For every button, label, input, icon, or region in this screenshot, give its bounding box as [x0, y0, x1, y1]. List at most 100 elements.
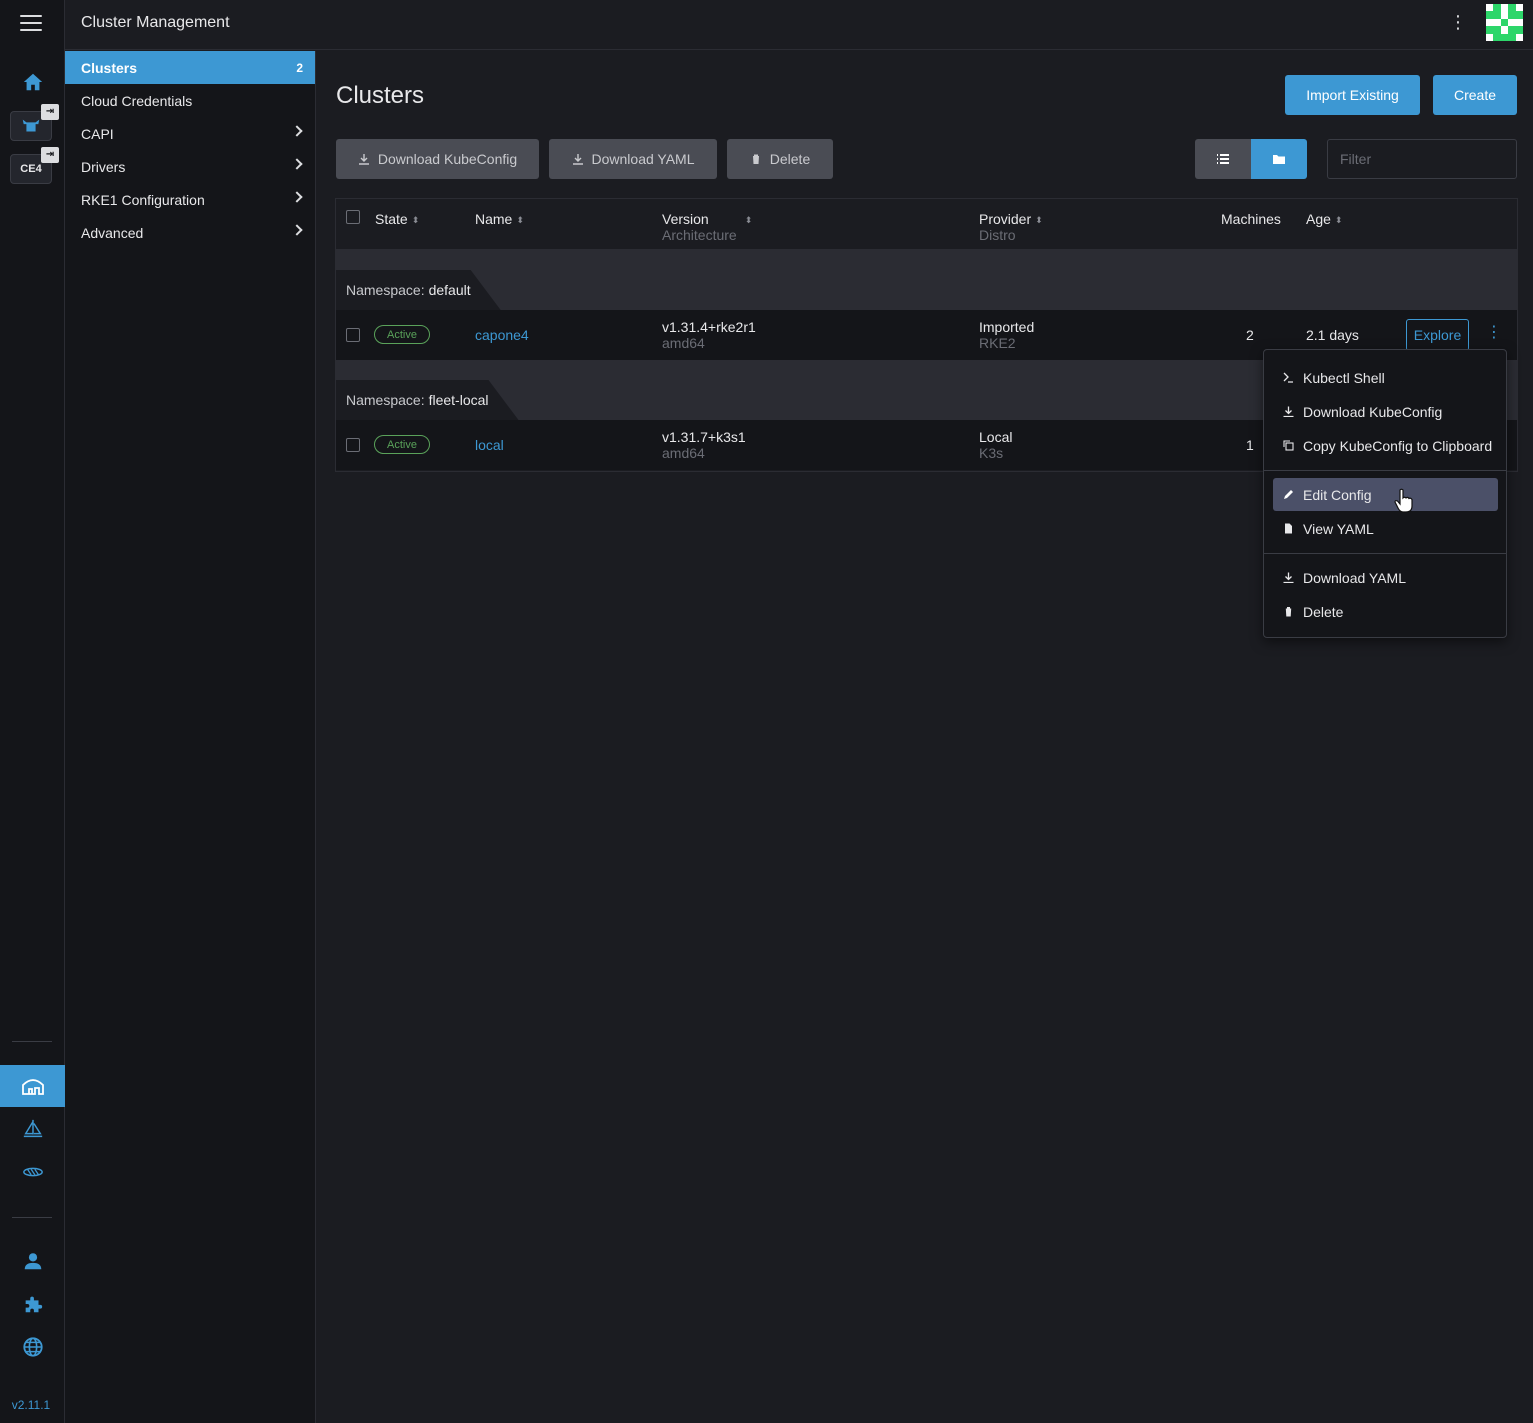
- select-all-checkbox[interactable]: [346, 210, 360, 224]
- menu-item-delete[interactable]: Delete: [1273, 595, 1498, 628]
- status-badge: Active: [374, 435, 430, 454]
- header-label: Age: [1306, 211, 1331, 227]
- menu-item-label: Kubectl Shell: [1303, 369, 1385, 386]
- header-label: Version: [662, 211, 709, 227]
- bulk-download-kubeconfig-button[interactable]: Download KubeConfig: [336, 139, 539, 179]
- extensions-puzzle-icon[interactable]: [0, 1284, 65, 1324]
- sidebar-item-cloud-credentials[interactable]: Cloud Credentials: [65, 84, 315, 117]
- view-mode-toggle: [1195, 139, 1307, 179]
- sidebar-item-capi[interactable]: CAPI: [65, 117, 315, 150]
- sidebar-item-drivers[interactable]: Drivers: [65, 150, 315, 183]
- group-by-namespace-folder-icon[interactable]: [1251, 139, 1307, 179]
- list-view-icon[interactable]: [1195, 139, 1251, 179]
- sidebar-item-label: Clusters: [81, 59, 138, 76]
- provider-value: Local: [979, 429, 1013, 445]
- download-icon: [572, 154, 583, 165]
- sidebar-item-label: RKE1 Configuration: [81, 191, 205, 208]
- sidebar-item-advanced[interactable]: Advanced: [65, 216, 315, 249]
- column-header-age[interactable]: Age ⬍: [1306, 211, 1342, 227]
- button-label: Download KubeConfig: [377, 151, 518, 167]
- explore-button[interactable]: Explore: [1406, 319, 1469, 351]
- namespace-group-label: Namespace: fleet-local: [336, 380, 519, 420]
- column-header-provider[interactable]: Provider ⬍ Distro: [979, 211, 1043, 243]
- column-header-name[interactable]: Name ⬍: [475, 211, 524, 227]
- clusters-count-badge: 2: [296, 60, 303, 75]
- fleet-sailboat-icon[interactable]: [0, 1109, 65, 1149]
- namespace-prefix: Namespace:: [346, 392, 425, 408]
- chevron-right-icon: [291, 224, 303, 236]
- version-cell: v1.31.7+k3s1 amd64: [662, 429, 746, 461]
- cluster-name-link[interactable]: local: [475, 437, 504, 453]
- header-sublabel: Distro: [979, 227, 1016, 243]
- page-header-title: Cluster Management: [81, 14, 230, 31]
- sort-icon: ⬍: [411, 215, 420, 225]
- import-existing-button[interactable]: Import Existing: [1285, 75, 1420, 115]
- download-icon: [358, 154, 369, 165]
- bulk-download-yaml-button[interactable]: Download YAML: [549, 139, 717, 179]
- terminal-icon: [1283, 372, 1293, 383]
- pin-icon[interactable]: ⇥: [41, 147, 59, 163]
- version-value: v1.31.7+k3s1: [662, 429, 746, 445]
- cluster-management-icon[interactable]: [0, 1065, 65, 1107]
- header-label: Provider: [979, 211, 1032, 227]
- pencil-icon: [1284, 490, 1293, 499]
- home-icon[interactable]: [0, 62, 65, 102]
- column-header-version[interactable]: Version ⬍ Architecture: [662, 211, 752, 243]
- status-badge: Active: [374, 325, 430, 344]
- sort-icon: ⬍: [1035, 215, 1043, 225]
- cluster-name-link[interactable]: capone4: [475, 327, 529, 343]
- header-sublabel: Architecture: [662, 227, 737, 243]
- namespace-group-label: Namespace: default: [336, 270, 501, 310]
- sidebar-item-rke1-configuration[interactable]: RKE1 Configuration: [65, 183, 315, 216]
- namespace-name: default: [428, 282, 471, 298]
- sort-icon: ⬍: [744, 215, 753, 225]
- virtualization-icon[interactable]: [0, 1152, 65, 1192]
- sort-icon: ⬍: [1334, 215, 1343, 225]
- icon-rail: ⇥ CE4 ⇥ v2.11.1: [0, 0, 65, 1423]
- avatar[interactable]: [1486, 4, 1523, 41]
- row-checkbox[interactable]: [346, 328, 360, 342]
- sidebar-item-clusters[interactable]: Clusters 2: [65, 51, 315, 84]
- chevron-right-icon: [291, 158, 303, 170]
- menu-item-download-kubeconfig[interactable]: Download KubeConfig: [1273, 395, 1498, 428]
- sidebar-item-label: CAPI: [81, 125, 114, 142]
- create-button[interactable]: Create: [1433, 75, 1517, 115]
- menu-item-kubectl-shell[interactable]: Kubectl Shell: [1273, 361, 1498, 394]
- hand-cursor-icon: [1394, 488, 1413, 513]
- distro-value: RKE2: [979, 335, 1016, 351]
- user-icon[interactable]: [0, 1241, 65, 1281]
- menu-item-label: Delete: [1303, 603, 1344, 620]
- trash-icon: [1285, 607, 1292, 617]
- button-label: Download YAML: [591, 151, 695, 167]
- menu-item-copy-kubeconfig[interactable]: Copy KubeConfig to Clipboard: [1273, 429, 1498, 462]
- provider-cell: Imported RKE2: [979, 319, 1034, 351]
- menu-item-edit-config[interactable]: Edit Config: [1273, 478, 1498, 511]
- column-header-state[interactable]: State ⬍: [375, 211, 419, 227]
- pin-icon[interactable]: ⇥: [41, 104, 59, 120]
- row-checkbox[interactable]: [346, 438, 360, 452]
- version-label[interactable]: v2.11.1: [0, 1398, 62, 1412]
- row-actions-kebab-icon[interactable]: ⋮: [1486, 322, 1502, 342]
- machines-cell: 1: [1246, 437, 1254, 453]
- download-icon: [1283, 572, 1294, 583]
- header-kebab-icon[interactable]: ⋮: [1449, 12, 1467, 36]
- hamburger-menu-icon[interactable]: [20, 15, 42, 31]
- cow-icon: [22, 119, 40, 132]
- menu-item-view-yaml[interactable]: View YAML: [1273, 512, 1498, 545]
- filter-input[interactable]: [1327, 139, 1517, 179]
- sort-icon: ⬍: [516, 215, 524, 225]
- menu-item-download-yaml[interactable]: Download YAML: [1273, 561, 1498, 594]
- menu-item-label: View YAML: [1303, 520, 1374, 537]
- header-label: Machines: [1221, 211, 1281, 227]
- bulk-delete-button[interactable]: Delete: [727, 139, 833, 179]
- globe-icon[interactable]: [0, 1327, 65, 1367]
- download-icon: [1283, 406, 1294, 417]
- namespace-group-header: Namespace: default: [336, 250, 1517, 310]
- column-header-machines: Machines: [1221, 211, 1281, 227]
- table-header: State ⬍ Name ⬍ Version ⬍ Architecture Provid…: [336, 199, 1517, 250]
- chevron-right-icon: [291, 191, 303, 203]
- file-icon: [1285, 523, 1292, 534]
- cluster-chip-local[interactable]: ⇥: [10, 104, 59, 141]
- cluster-chip-ce4[interactable]: CE4 ⇥: [10, 147, 59, 184]
- sidebar-item-label: Cloud Credentials: [81, 92, 193, 109]
